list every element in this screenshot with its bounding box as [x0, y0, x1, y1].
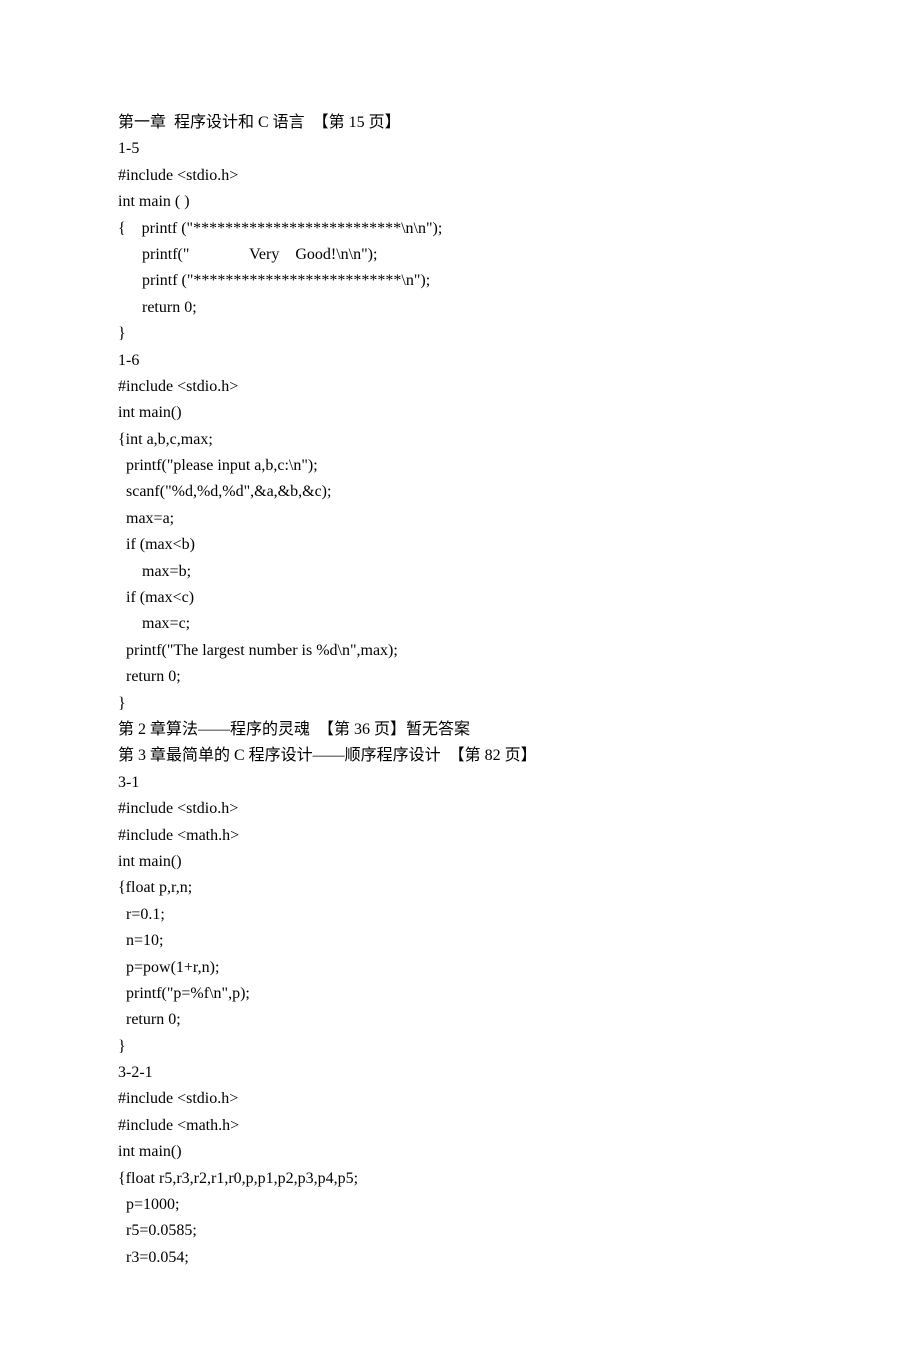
- document-page: 第一章 程序设计和 C 语言 【第 15 页】1-5#include <stdi…: [0, 0, 920, 1371]
- code-line: 3-1: [118, 770, 802, 796]
- code-line: printf("please input a,b,c:\n");: [118, 453, 802, 479]
- code-line: printf ("**************************\n");: [118, 268, 802, 294]
- code-line: max=a;: [118, 506, 802, 532]
- code-line: p=pow(1+r,n);: [118, 955, 802, 981]
- code-line: r3=0.054;: [118, 1245, 802, 1271]
- code-line: }: [118, 321, 802, 347]
- code-line: 第 2 章算法——程序的灵魂 【第 36 页】暂无答案: [118, 717, 802, 743]
- code-line: #include <stdio.h>: [118, 374, 802, 400]
- code-line: max=b;: [118, 559, 802, 585]
- code-line: p=1000;: [118, 1192, 802, 1218]
- code-line: 3-2-1: [118, 1060, 802, 1086]
- code-line: #include <stdio.h>: [118, 163, 802, 189]
- code-line: #include <stdio.h>: [118, 1086, 802, 1112]
- code-line: printf(" Very Good!\n\n");: [118, 242, 802, 268]
- code-line: 1-6: [118, 348, 802, 374]
- code-line: 第 3 章最简单的 C 程序设计——顺序程序设计 【第 82 页】: [118, 743, 802, 769]
- code-line: printf("The largest number is %d\n",max)…: [118, 638, 802, 664]
- code-line: r5=0.0585;: [118, 1218, 802, 1244]
- code-line: if (max<c): [118, 585, 802, 611]
- code-line: {float p,r,n;: [118, 875, 802, 901]
- code-line: int main ( ): [118, 189, 802, 215]
- code-line: return 0;: [118, 664, 802, 690]
- code-line: #include <math.h>: [118, 823, 802, 849]
- code-line: {int a,b,c,max;: [118, 427, 802, 453]
- code-line: 1-5: [118, 136, 802, 162]
- code-line: if (max<b): [118, 532, 802, 558]
- code-line: int main(): [118, 1139, 802, 1165]
- code-line: { printf ("**************************\n\…: [118, 216, 802, 242]
- code-line: return 0;: [118, 1007, 802, 1033]
- code-line: }: [118, 1034, 802, 1060]
- code-line: printf("p=%f\n",p);: [118, 981, 802, 1007]
- code-line: #include <math.h>: [118, 1113, 802, 1139]
- code-line: }: [118, 691, 802, 717]
- code-line: #include <stdio.h>: [118, 796, 802, 822]
- code-line: int main(): [118, 400, 802, 426]
- code-line: max=c;: [118, 611, 802, 637]
- code-line: {float r5,r3,r2,r1,r0,p,p1,p2,p3,p4,p5;: [118, 1166, 802, 1192]
- code-line: 第一章 程序设计和 C 语言 【第 15 页】: [118, 110, 802, 136]
- code-line: scanf("%d,%d,%d",&a,&b,&c);: [118, 479, 802, 505]
- code-line: int main(): [118, 849, 802, 875]
- code-line: r=0.1;: [118, 902, 802, 928]
- code-line: return 0;: [118, 295, 802, 321]
- code-line: n=10;: [118, 928, 802, 954]
